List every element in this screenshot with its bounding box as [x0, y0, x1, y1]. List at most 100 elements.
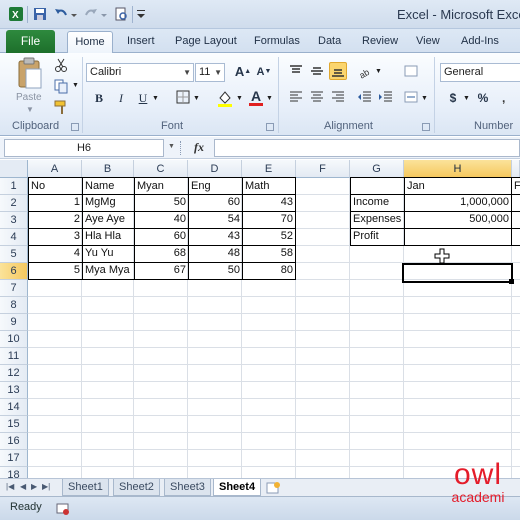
table2-label-cell[interactable]: Profit	[350, 228, 404, 246]
table-header-cell[interactable]: Myan	[134, 177, 188, 195]
name-box-dropdown-icon[interactable]: ▼	[168, 143, 175, 150]
fill-handle[interactable]	[509, 279, 514, 284]
table-cell[interactable]: 3	[28, 228, 82, 246]
table-header-cell[interactable]: Eng	[188, 177, 242, 195]
percent-icon[interactable]: %	[474, 89, 492, 107]
sheet-tab-sheet2[interactable]: Sheet2	[113, 479, 160, 496]
row-header-17[interactable]: 17	[0, 450, 28, 467]
table-cell[interactable]: 4	[28, 245, 82, 263]
sheet-tab-sheet4[interactable]: Sheet4	[213, 479, 262, 496]
tab-file[interactable]: File	[6, 30, 55, 53]
table2-value-cell[interactable]: 500,000	[404, 211, 512, 229]
wrap-text-icon[interactable]	[402, 63, 420, 81]
table-cell[interactable]: Mya Mya	[82, 262, 134, 280]
table-header-cell[interactable]: Math	[242, 177, 296, 195]
table-cell[interactable]: 40	[134, 211, 188, 229]
row-header-11[interactable]: 11	[0, 348, 28, 365]
decrease-indent-icon[interactable]	[356, 89, 374, 107]
italic-icon[interactable]: I	[112, 89, 130, 107]
column-header-f[interactable]: F	[296, 160, 350, 178]
column-header-a[interactable]: A	[28, 160, 82, 178]
row-header-10[interactable]: 10	[0, 331, 28, 348]
column-header-g[interactable]: G	[350, 160, 404, 178]
tab-page-layout[interactable]: Page Layout	[175, 31, 237, 53]
row-header-13[interactable]: 13	[0, 382, 28, 399]
formula-input[interactable]	[214, 139, 520, 157]
comma-style-icon[interactable]: ,	[499, 89, 517, 107]
paste-icon[interactable]	[14, 57, 44, 91]
row-header-16[interactable]: 16	[0, 433, 28, 450]
column-header-d[interactable]: D	[188, 160, 242, 178]
row-header-8[interactable]: 8	[0, 297, 28, 314]
tab-data[interactable]: Data	[318, 31, 341, 53]
underline-icon[interactable]: U	[134, 89, 152, 107]
last-sheet-icon[interactable]: ▶|	[42, 482, 50, 491]
clipboard-launcher-icon[interactable]	[71, 123, 79, 131]
column-header-e[interactable]: E	[242, 160, 296, 178]
insert-sheet-icon[interactable]	[264, 481, 282, 495]
font-size-select[interactable]: 11 ▼	[195, 63, 225, 82]
table-cell[interactable]: 5	[28, 262, 82, 280]
column-header-i[interactable]	[512, 160, 520, 178]
row-header-3[interactable]: 3	[0, 212, 28, 229]
font-launcher-icon[interactable]	[266, 123, 274, 131]
table-cell[interactable]: 68	[134, 245, 188, 263]
row-header-12[interactable]: 12	[0, 365, 28, 382]
table-cell[interactable]: 80	[242, 262, 296, 280]
row-header-4[interactable]: 4	[0, 229, 28, 246]
sheet-tab-sheet1[interactable]: Sheet1	[62, 479, 109, 496]
row-header-5[interactable]: 5	[0, 246, 28, 263]
align-right-icon[interactable]	[329, 89, 347, 107]
active-cell-h6[interactable]	[402, 263, 513, 283]
table-cell[interactable]: 43	[188, 228, 242, 246]
macro-record-icon[interactable]	[56, 502, 70, 516]
insert-function-icon[interactable]: fx	[194, 140, 204, 155]
align-bottom-icon[interactable]	[329, 62, 347, 80]
customize-qat-icon[interactable]	[136, 6, 146, 22]
undo-dropdown-icon[interactable]	[70, 6, 78, 22]
font-name-select[interactable]: Calibri ▼	[86, 63, 194, 82]
row-header-18[interactable]: 18	[0, 467, 28, 478]
table-cell[interactable]: 52	[242, 228, 296, 246]
select-all-corner[interactable]	[0, 160, 28, 178]
redo-icon[interactable]	[83, 6, 99, 22]
row-header-6[interactable]: 6	[0, 263, 28, 280]
table-header-cell[interactable]: Name	[82, 177, 134, 195]
borders-icon[interactable]	[174, 89, 192, 107]
font-color-dropdown-icon[interactable]: ▼	[266, 95, 273, 102]
table2-edge-cell[interactable]	[512, 228, 520, 246]
splitter[interactable]	[180, 141, 182, 155]
table2-edge-cell[interactable]	[512, 194, 520, 212]
sheet-tab-sheet3[interactable]: Sheet3	[164, 479, 211, 496]
increase-indent-icon[interactable]	[377, 89, 395, 107]
row-header-7[interactable]: 7	[0, 280, 28, 297]
orientation-icon[interactable]: ab	[356, 63, 374, 81]
table-cell[interactable]: 48	[188, 245, 242, 263]
table-cell[interactable]: Hla Hla	[82, 228, 134, 246]
table2-header-g[interactable]	[350, 177, 404, 195]
table-cell[interactable]: 60	[134, 228, 188, 246]
align-left-icon[interactable]	[287, 89, 305, 107]
row-header-14[interactable]: 14	[0, 399, 28, 416]
row-header-9[interactable]: 9	[0, 314, 28, 331]
tab-view[interactable]: View	[416, 31, 440, 53]
column-header-b[interactable]: B	[82, 160, 134, 178]
save-icon[interactable]	[32, 6, 48, 22]
next-sheet-icon[interactable]: ▶	[31, 482, 37, 491]
table-cell[interactable]: 50	[134, 194, 188, 212]
excel-logo-icon[interactable]: X	[8, 6, 24, 22]
currency-icon[interactable]: $	[444, 89, 462, 107]
align-top-icon[interactable]	[287, 63, 305, 81]
underline-dropdown-icon[interactable]: ▼	[152, 95, 159, 102]
print-preview-icon[interactable]	[113, 6, 129, 22]
table2-value-cell[interactable]: 1,000,000	[404, 194, 512, 212]
undo-icon[interactable]	[53, 6, 69, 22]
orientation-dropdown-icon[interactable]: ▼	[375, 68, 382, 75]
paste-button[interactable]: Paste	[16, 92, 42, 103]
paste-dropdown-icon[interactable]: ▼	[26, 105, 34, 114]
table-cell[interactable]: 1	[28, 194, 82, 212]
table-cell[interactable]: 70	[242, 211, 296, 229]
number-format-select[interactable]: General	[440, 63, 520, 82]
align-middle-icon[interactable]	[308, 63, 326, 81]
table-cell[interactable]: 43	[242, 194, 296, 212]
